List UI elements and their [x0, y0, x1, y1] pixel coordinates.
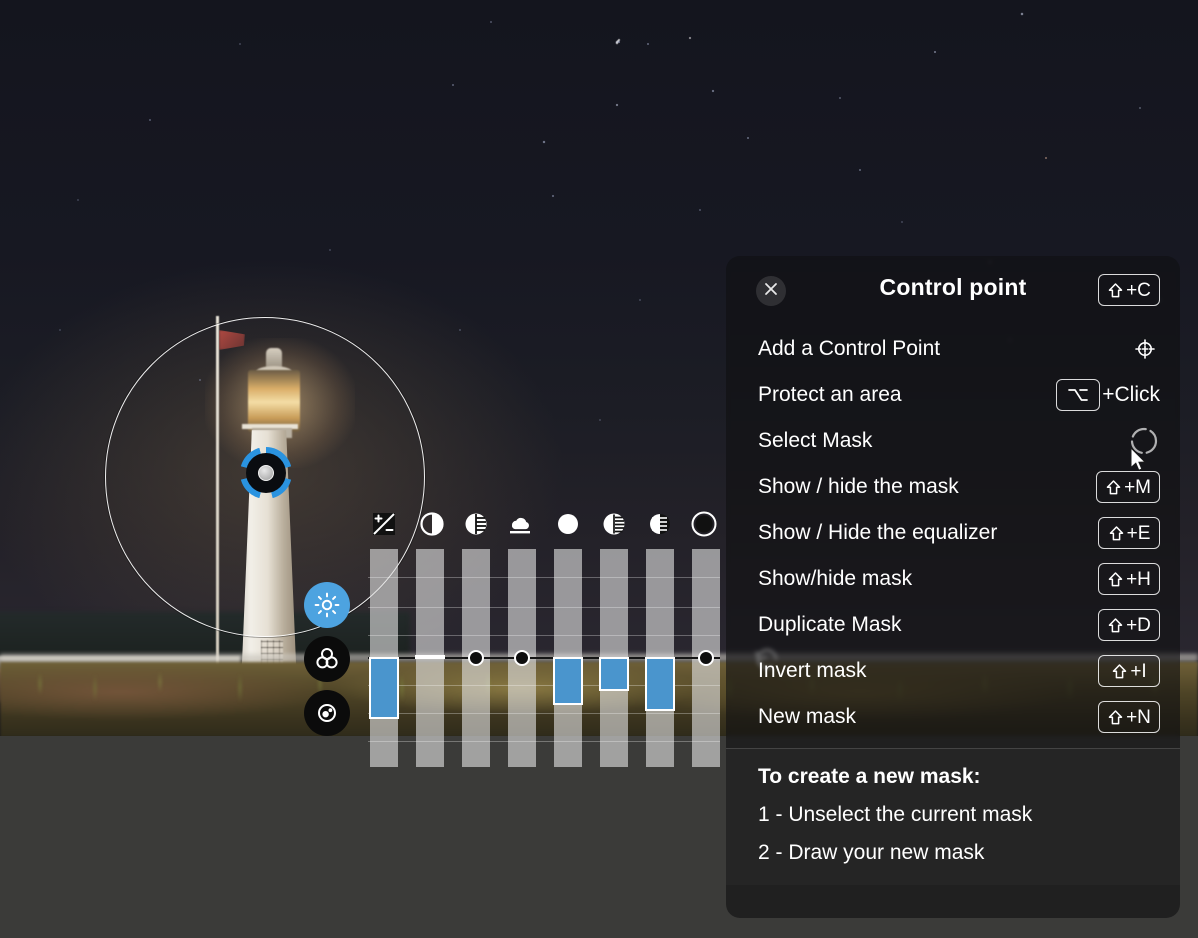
row-invert-mask[interactable]: Invert mask +I: [726, 648, 1180, 694]
row-duplicate-mask[interactable]: Duplicate Mask +D: [726, 602, 1180, 648]
shortcut-text: +H: [1126, 568, 1151, 590]
shift-key-icon: [1108, 524, 1125, 543]
eq-bar[interactable]: [645, 657, 675, 711]
panel-title-shortcut: +C: [1098, 274, 1160, 306]
shift-key-icon: [1111, 662, 1128, 681]
shortcut-badge: +H: [1098, 563, 1160, 595]
shortcut-badge: +N: [1098, 701, 1160, 733]
row-label: Duplicate Mask: [758, 613, 902, 636]
panel-footer: To create a new mask: 1 - Unselect the c…: [726, 749, 1180, 885]
row-new-mask[interactable]: New mask +N: [726, 694, 1180, 740]
dehaze-icon[interactable]: [504, 508, 536, 540]
shortcut-text: +D: [1126, 614, 1151, 636]
row-label: Show / hide the mask: [758, 475, 959, 498]
row-label: Protect an area: [758, 383, 902, 406]
brightness-icon[interactable]: [552, 508, 584, 540]
shift-key-icon: [1105, 478, 1122, 497]
shift-key-icon: [1107, 570, 1124, 589]
contrast-icon[interactable]: [416, 508, 448, 540]
row-protect-an-area[interactable]: Protect an area +Click: [726, 372, 1180, 418]
detail-tool-button[interactable]: [304, 690, 350, 736]
color-circles-icon: [314, 646, 340, 672]
row-label: New mask: [758, 705, 857, 728]
eq-gridline: [368, 607, 720, 608]
shortcut-list: Add a Control Point Protect an area +Cli…: [726, 326, 1180, 749]
eq-bar[interactable]: [553, 657, 583, 705]
shortcut-text: +E: [1126, 522, 1151, 544]
shortcut-suffix: +Click: [1102, 383, 1160, 406]
row-shortcut: +Click: [1056, 379, 1160, 411]
shortcut-badge: +E: [1098, 517, 1160, 549]
sun-icon: [314, 592, 340, 618]
shortcut-badge: +C: [1098, 274, 1160, 306]
shortcut-text: +C: [1126, 279, 1151, 301]
eq-handle[interactable]: [514, 650, 530, 666]
control-point-panel[interactable]: Control point +C Add a Control Point Pro…: [726, 256, 1180, 918]
eq-gridline: [368, 713, 720, 714]
row-label: Invert mask: [758, 659, 867, 682]
eq-gridline: [368, 577, 720, 578]
eq-bar[interactable]: [369, 657, 399, 719]
eq-gridline: [368, 741, 720, 742]
panel-header: Control point +C: [726, 256, 1180, 326]
shift-key-icon: [1107, 616, 1124, 635]
footer-step: 1 - Unselect the current mask: [758, 803, 1033, 826]
row-show-hide-the-equalizer[interactable]: Show / Hide the equalizer +E: [726, 510, 1180, 556]
blacks-icon[interactable]: [688, 508, 720, 540]
shortcut-badge: +D: [1098, 609, 1160, 641]
row-label: Add a Control Point: [758, 337, 941, 360]
option-key-icon: [1056, 379, 1101, 411]
row-label: Show / Hide the equalizer: [758, 521, 998, 544]
highlights-icon[interactable]: [598, 508, 630, 540]
row-label: Select Mask: [758, 429, 873, 452]
light-tool-button[interactable]: [304, 582, 350, 628]
clarity-icon[interactable]: [460, 508, 492, 540]
crosshair-target-icon[interactable]: [1130, 334, 1160, 364]
color-tool-button[interactable]: [304, 636, 350, 682]
shift-key-icon: [1107, 281, 1124, 300]
eq-bar[interactable]: [599, 657, 629, 691]
row-add-control-point[interactable]: Add a Control Point: [726, 326, 1180, 372]
control-point-center-dot: [258, 465, 274, 481]
shift-key-icon: [1107, 708, 1124, 727]
row-label: Show/hide mask: [758, 567, 913, 590]
eq-gridline: [368, 635, 720, 636]
exposure-icon[interactable]: [368, 508, 400, 540]
shortcut-badge: +I: [1098, 655, 1160, 687]
shortcut-text: +I: [1130, 660, 1147, 682]
adjustment-icon-strip[interactable]: [368, 508, 720, 540]
control-point-marker[interactable]: [240, 447, 292, 499]
divider: [726, 748, 1180, 749]
row-show-hide-mask[interactable]: Show/hide mask +H: [726, 556, 1180, 602]
row-show-hide-the-mask[interactable]: Show / hide the mask +M: [726, 464, 1180, 510]
app-stage: Control point +C Add a Control Point Pro…: [0, 0, 1198, 938]
shortcut-text: +N: [1126, 706, 1151, 728]
shortcut-badge: +M: [1096, 471, 1160, 503]
shortcut-text: +M: [1124, 476, 1151, 498]
mouse-cursor: [1130, 446, 1148, 473]
footer-title: To create a new mask:: [758, 765, 981, 788]
eq-handle[interactable]: [698, 650, 714, 666]
footer-step: 2 - Draw your new mask: [758, 841, 985, 864]
detail-target-icon: [314, 700, 340, 726]
equalizer[interactable]: [368, 549, 720, 767]
shadows-icon[interactable]: [644, 508, 676, 540]
eq-flat-segment[interactable]: [415, 655, 445, 659]
eq-handle[interactable]: [468, 650, 484, 666]
row-select-mask[interactable]: Select Mask: [726, 418, 1180, 464]
